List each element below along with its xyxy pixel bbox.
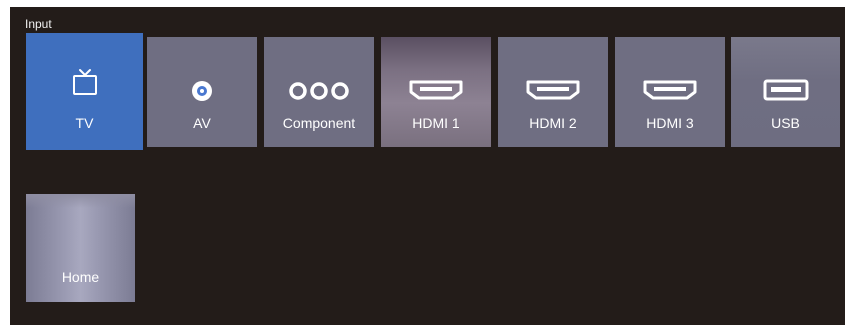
source-tile-component[interactable]: Component [264, 37, 374, 147]
home-tile[interactable]: Home [26, 194, 135, 302]
av-jack-icon [147, 79, 257, 103]
page-title: Input [25, 17, 52, 31]
source-tile-hdmi-1[interactable]: HDMI 1 [381, 37, 491, 147]
component-jacks-icon [264, 81, 374, 101]
home-label: Home [61, 269, 100, 285]
source-label-av: AV [193, 115, 211, 131]
source-tile-usb[interactable]: USB [731, 37, 840, 147]
source-label-hdmi-1: HDMI 1 [412, 115, 460, 131]
source-label-usb: USB [771, 115, 800, 131]
hdmi-port-icon [498, 77, 608, 103]
source-tile-hdmi-3[interactable]: HDMI 3 [615, 37, 725, 147]
usb-port-icon [731, 77, 840, 103]
source-tile-tv[interactable]: TV [26, 33, 143, 150]
source-tile-hdmi-2[interactable]: HDMI 2 [498, 37, 608, 147]
source-label-component: Component [282, 115, 356, 131]
hdmi-port-icon [615, 77, 725, 103]
input-source-screen: Input TV AV Component HDMI 1 HDMI 2 HDMI… [10, 7, 845, 325]
source-label-tv: TV [75, 115, 94, 131]
source-label-hdmi-2: HDMI 2 [529, 115, 577, 131]
tv-icon [26, 67, 143, 97]
hdmi-port-icon [381, 77, 491, 103]
source-tile-av[interactable]: AV [147, 37, 257, 147]
source-label-hdmi-3: HDMI 3 [646, 115, 694, 131]
